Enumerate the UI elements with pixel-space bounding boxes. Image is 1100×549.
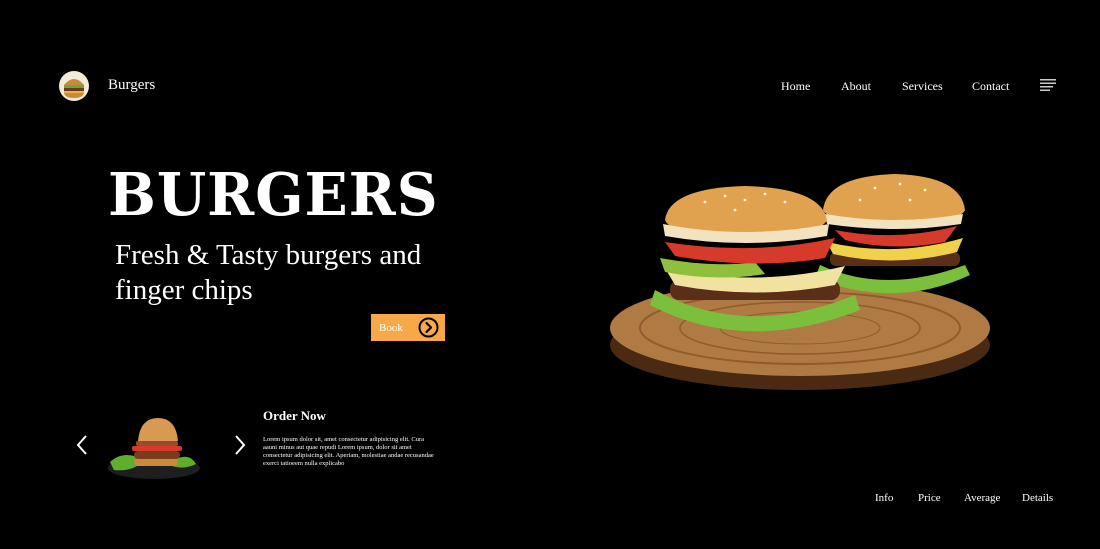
hero-subtitle: Fresh & Tasty burgers and finger chips [115,239,422,306]
arrow-circle-right-icon [418,317,439,338]
book-button[interactable]: Book [371,314,445,341]
book-button-label: Book [379,321,403,334]
chevron-left-icon [76,435,87,455]
brand-name[interactable]: Burgers [108,77,155,94]
link-average[interactable]: Average [964,492,1000,504]
nav-services[interactable]: Services [902,79,943,94]
nav-about[interactable]: About [841,79,871,94]
hero-burgers-image [605,170,1000,395]
hero-title: BURGERS [108,160,439,229]
chevron-right-icon [235,435,246,455]
brand-logo[interactable] [58,70,90,102]
carousel-prev-button[interactable] [75,434,89,456]
nav-contact[interactable]: Contact [972,79,1009,94]
nav-home[interactable]: Home [781,79,810,94]
link-details[interactable]: Details [1022,492,1053,504]
link-price[interactable]: Price [918,492,941,504]
burger-icon [59,71,89,101]
link-info[interactable]: Info [875,492,893,504]
order-description: Lorem ipsum dolor sit, amet consectetur … [263,436,434,467]
menu-icon[interactable] [1040,78,1056,92]
carousel-next-button[interactable] [233,434,247,456]
order-now-title[interactable]: Order Now [263,408,326,424]
carousel-burger-image [104,414,204,482]
